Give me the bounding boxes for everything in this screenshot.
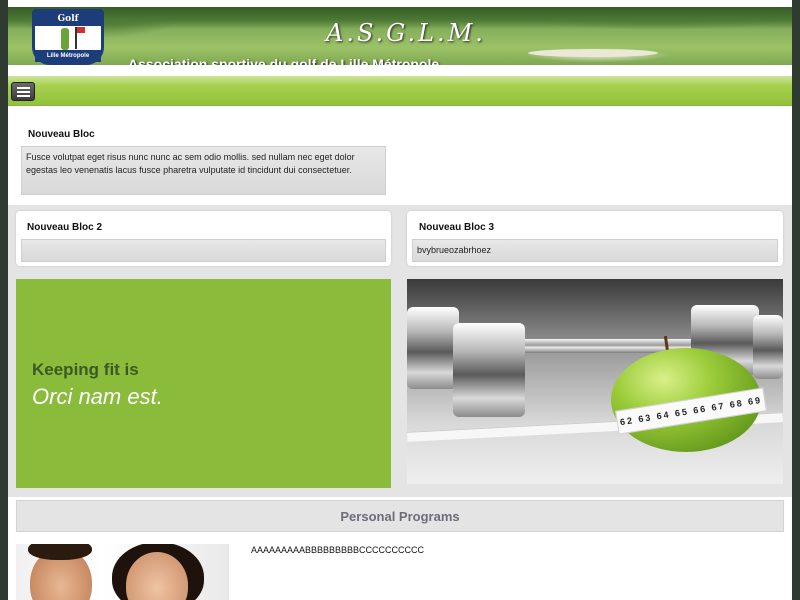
golfer-figure-icon bbox=[61, 28, 69, 50]
people-photo bbox=[16, 544, 229, 600]
bloc3-title: Nouveau Bloc 3 bbox=[419, 222, 495, 233]
promo-tagline: Orci nam est. bbox=[32, 384, 163, 409]
logo-top-text: Golf bbox=[35, 12, 101, 26]
header-banner: Golf Lille Métropole A.S.G.L.M. Associat… bbox=[8, 7, 792, 65]
bloc3-card: Nouveau Bloc 3 bvybrueozabrhoez bbox=[407, 211, 783, 266]
hamburger-line bbox=[17, 87, 30, 89]
bloc2-body bbox=[21, 239, 386, 262]
programs-text: AAAAAAAAABBBBBBBBBCCCCCCCCCC bbox=[251, 545, 425, 555]
bloc1-body: Fusce volutpat eget risus nunc nunc ac s… bbox=[21, 146, 386, 195]
programs-heading: Personal Programs bbox=[16, 500, 784, 532]
golf-flag-icon bbox=[75, 27, 85, 49]
hamburger-line bbox=[17, 91, 30, 93]
nav-bar bbox=[8, 76, 792, 106]
banner-bunker bbox=[528, 49, 658, 57]
bloc2-card: Nouveau Bloc 2 bbox=[16, 211, 391, 266]
dumbbell-plate bbox=[753, 315, 783, 379]
page: Golf Lille Métropole A.S.G.L.M. Associat… bbox=[8, 0, 792, 600]
bloc2-title: Nouveau Bloc 2 bbox=[27, 222, 103, 233]
bloc3-body: bvybrueozabrhoez bbox=[412, 239, 778, 262]
hamburger-menu-button[interactable] bbox=[11, 82, 35, 101]
promo-panel: Keeping fit is Orci nam est. bbox=[16, 279, 391, 488]
site-subtitle: Association sportive du golf de Lille Mé… bbox=[128, 56, 440, 65]
bloc1-title: Nouveau Bloc bbox=[28, 129, 95, 140]
logo-bottom-text: Lille Métropole bbox=[35, 50, 101, 62]
promo-headline: Keeping fit is bbox=[32, 360, 139, 379]
nav-spacer bbox=[8, 65, 792, 76]
fitness-photo: 62 63 64 65 66 67 68 69 bbox=[407, 279, 783, 484]
club-logo[interactable]: Golf Lille Métropole bbox=[32, 9, 104, 65]
dumbbell-plate bbox=[453, 323, 525, 417]
dumbbell-plate bbox=[407, 307, 459, 389]
site-title: A.S.G.L.M. bbox=[326, 19, 486, 47]
hamburger-line bbox=[17, 95, 30, 97]
